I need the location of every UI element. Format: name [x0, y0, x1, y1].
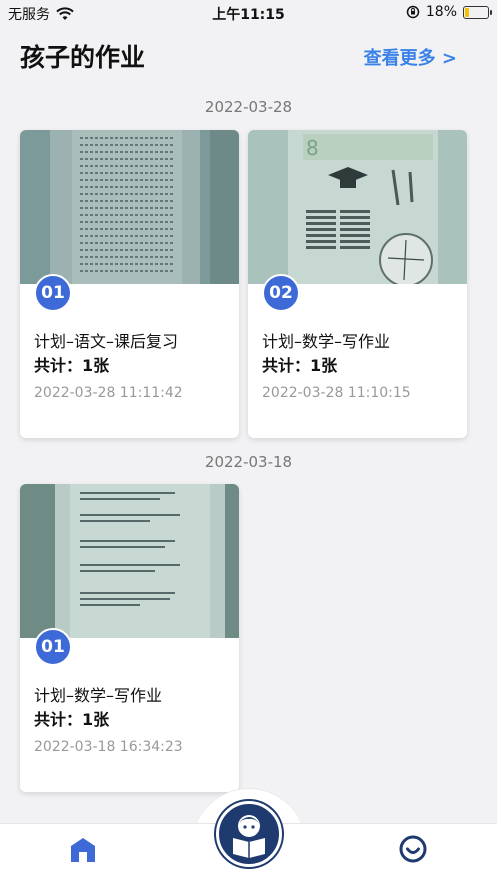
battery-icon	[463, 5, 492, 19]
card-title: 计划–数学–写作业	[34, 686, 163, 705]
count-label: 共计：	[262, 356, 311, 375]
battery-level	[465, 7, 469, 17]
card-title: 计划–数学–写作业	[262, 332, 391, 351]
homework-card[interactable]: 01 计划–数学–写作业 共计：1张 2022-03-18 16:34:23	[20, 484, 239, 792]
card-count: 共计：1张	[34, 352, 109, 376]
card-count: 共计：1张	[34, 706, 109, 730]
status-right: 18%	[406, 4, 492, 20]
homework-photo[interactable]	[20, 484, 239, 638]
homework-card[interactable]: 8 02 计划–数学–写作业 共计：1张 2022-03-28 11:10:15	[248, 130, 467, 438]
date-header: 2022-03-28	[204, 98, 293, 116]
card-title: 计划–语文–课后复习	[34, 332, 179, 351]
rotation-lock-icon	[406, 5, 420, 19]
homework-photo[interactable]: 8	[248, 130, 467, 284]
card-index-badge: 02	[262, 274, 300, 312]
svg-text:8: 8	[306, 136, 319, 160]
count-label: 共计：	[34, 710, 83, 729]
count-value: 1张	[310, 356, 338, 375]
home-icon[interactable]	[68, 836, 98, 864]
smile-profile-icon[interactable]	[398, 834, 428, 864]
view-more-link[interactable]: 查看更多 >	[364, 44, 457, 70]
reading-child-icon[interactable]	[216, 801, 282, 867]
count-value: 1张	[82, 356, 110, 375]
card-index-badge: 01	[34, 628, 72, 666]
date-header: 2022-03-18	[204, 453, 293, 471]
card-timestamp: 2022-03-28 11:10:15	[262, 385, 411, 401]
count-label: 共计：	[34, 356, 83, 375]
status-bar: 无服务 上午11:15 18%	[0, 0, 497, 26]
count-value: 1张	[82, 710, 110, 729]
battery-percent: 18%	[425, 4, 457, 20]
card-timestamp: 2022-03-28 11:11:42	[34, 385, 183, 401]
homework-card[interactable]: 01 计划–语文–课后复习 共计：1张 2022-03-28 11:11:42	[20, 130, 239, 438]
page-title: 孩子的作业	[20, 43, 146, 72]
card-count: 共计：1张	[262, 352, 337, 376]
card-timestamp: 2022-03-18 16:34:23	[34, 739, 183, 755]
card-index-badge: 01	[34, 274, 72, 312]
homework-photo[interactable]	[20, 130, 239, 284]
